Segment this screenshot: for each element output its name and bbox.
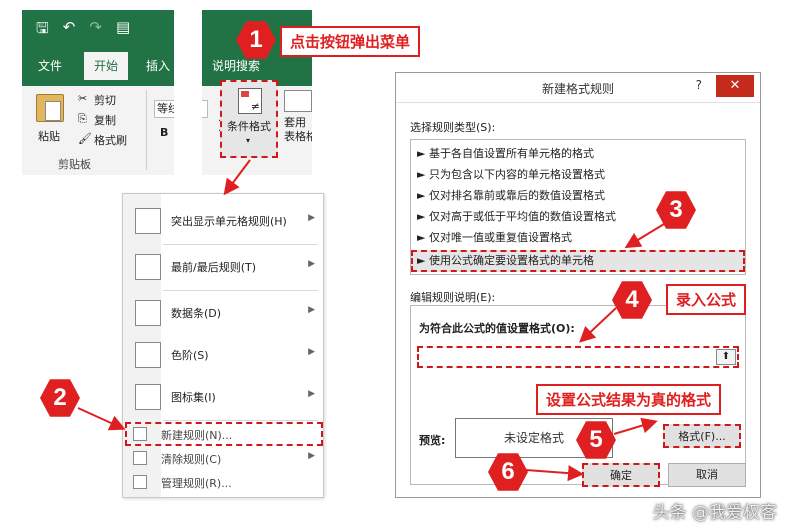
preview-label: 预览:	[419, 434, 446, 447]
ok-button[interactable]: 确定	[582, 463, 660, 487]
close-icon[interactable]: ✕	[716, 75, 754, 97]
new-rule-icon	[133, 427, 147, 441]
paste-icon[interactable]	[36, 94, 64, 122]
conditional-format-icon	[238, 88, 262, 114]
dialog-title-bar: 新建格式规则 ? ✕	[396, 73, 760, 103]
menu-item-label: 数据条(D)	[171, 307, 222, 320]
data-bars-icon	[135, 300, 161, 326]
menu-item-highlight-rules[interactable]: 突出显示单元格规则(H) ▶	[123, 200, 323, 242]
submenu-arrow-icon: ▶	[308, 305, 315, 315]
group-divider	[146, 90, 147, 170]
rule-type-item-formula[interactable]: ► 使用公式确定要设置格式的单元格	[417, 251, 594, 271]
clipboard-group-label: 剪贴板	[58, 158, 91, 171]
menu-item-label: 清除规则(C)	[161, 453, 222, 466]
menu-item-label: 管理规则(R)...	[161, 477, 232, 490]
copy-button[interactable]: 复制	[94, 112, 116, 128]
menu-item-label: 图标集(I)	[171, 391, 216, 404]
chevron-down-icon: ▾	[246, 136, 251, 145]
format-painter-icon[interactable]: 🖌	[78, 132, 92, 145]
range-select-icon[interactable]: ⬆	[716, 349, 736, 365]
save-icon[interactable]: 🖫	[36, 18, 49, 43]
callout-set-true-format: 设置公式结果为真的格式	[536, 384, 722, 415]
dialog-title: 新建格式规则	[541, 82, 614, 96]
submenu-arrow-icon: ▶	[308, 451, 315, 461]
rule-type-list[interactable]: ► 基于各自值设置所有单元格的格式 ► 只为包含以下内容的单元格设置格式 ► 仅…	[410, 139, 746, 275]
submenu-arrow-icon: ▶	[308, 213, 315, 223]
color-scales-icon	[135, 342, 161, 368]
formula-input[interactable]: ⬆	[417, 346, 739, 368]
undo-icon[interactable]: ↶	[63, 18, 76, 43]
menu-item-icon-sets[interactable]: 图标集(I) ▶	[123, 376, 323, 418]
menu-item-label: 新建规则(N)...	[161, 429, 233, 442]
formula-label: 为符合此公式的值设置格式(O):	[419, 322, 575, 335]
tab-file[interactable]: 文件	[28, 52, 72, 80]
rule-type-item[interactable]: ► 仅对唯一值或重复值设置格式	[417, 228, 572, 248]
menu-item-label: 色阶(S)	[171, 349, 209, 362]
rule-type-item[interactable]: ► 仅对排名靠前或靠后的数值设置格式	[417, 186, 605, 206]
menu-item-manage-rules[interactable]: 管理规则(R)...	[123, 471, 323, 493]
edit-rule-label: 编辑规则说明(E):	[410, 291, 496, 304]
callout-click-button: 点击按钮弹出菜单	[280, 26, 421, 57]
cut-icon[interactable]: ✂	[78, 92, 87, 105]
cancel-button[interactable]: 取消	[668, 463, 746, 487]
menu-item-color-scales[interactable]: 色阶(S) ▶	[123, 334, 323, 376]
conditional-format-menu: 突出显示单元格规则(H) ▶ 最前/最后规则(T) ▶ 数据条(D) ▶ 色阶(…	[122, 193, 324, 498]
icon-sets-icon	[135, 384, 161, 410]
arrow-to-new-rule	[77, 407, 126, 431]
clipboard-icon[interactable]: ▤	[116, 18, 130, 43]
step-badge-2: 2	[40, 379, 80, 417]
submenu-arrow-icon: ▶	[308, 347, 315, 357]
menu-divider	[163, 420, 318, 421]
tab-home[interactable]: 开始	[84, 52, 129, 80]
paste-button[interactable]: 粘贴	[38, 128, 60, 144]
format-button[interactable]: 格式(F)...	[663, 424, 741, 448]
select-rule-type-label: 选择规则类型(S):	[410, 121, 496, 134]
rule-type-item[interactable]: ► 基于各自值设置所有单元格的格式	[417, 144, 594, 164]
copy-icon[interactable]: ⎘	[78, 112, 87, 126]
cut-button[interactable]: 剪切	[94, 92, 116, 108]
submenu-arrow-icon: ▶	[308, 259, 315, 269]
manage-rules-icon	[133, 475, 147, 489]
menu-item-top-bottom[interactable]: 最前/最后规则(T) ▶	[123, 246, 323, 288]
bold-button[interactable]: B	[160, 126, 168, 139]
menu-item-data-bars[interactable]: 数据条(D) ▶	[123, 292, 323, 334]
conditional-format-button[interactable]: 条件格式 ▾	[220, 80, 278, 158]
clear-rules-icon	[133, 451, 147, 465]
rule-type-item[interactable]: ► 仅对高于或低于平均值的数值设置格式	[417, 207, 616, 227]
rule-type-item[interactable]: ► 只为包含以下内容的单元格设置格式	[417, 165, 605, 185]
menu-item-clear-rules[interactable]: 清除规则(C) ▶	[123, 447, 323, 469]
menu-item-new-rule[interactable]: 新建规则(N)...	[123, 423, 323, 445]
redo-icon[interactable]: ↷	[89, 18, 102, 43]
menu-divider	[163, 244, 318, 245]
help-icon[interactable]: ?	[696, 78, 702, 92]
table-format-button[interactable]: 套用 表格格	[284, 116, 312, 144]
screenshot-gap	[174, 10, 202, 175]
quick-access-toolbar: 🖫 ↶ ↷ ▤	[36, 18, 130, 43]
submenu-arrow-icon: ▶	[308, 389, 315, 399]
highlight-rules-icon	[135, 208, 161, 234]
conditional-format-label: 条件格式	[227, 120, 271, 133]
top-bottom-icon	[135, 254, 161, 280]
menu-item-label: 突出显示单元格规则(H)	[171, 215, 287, 228]
watermark: 头条 @我爱权客	[652, 503, 777, 523]
table-format-icon	[284, 90, 312, 112]
menu-divider	[163, 290, 318, 291]
menu-item-label: 最前/最后规则(T)	[171, 261, 257, 274]
format-painter-button[interactable]: 格式刷	[94, 132, 127, 148]
callout-enter-formula: 录入公式	[666, 284, 747, 315]
